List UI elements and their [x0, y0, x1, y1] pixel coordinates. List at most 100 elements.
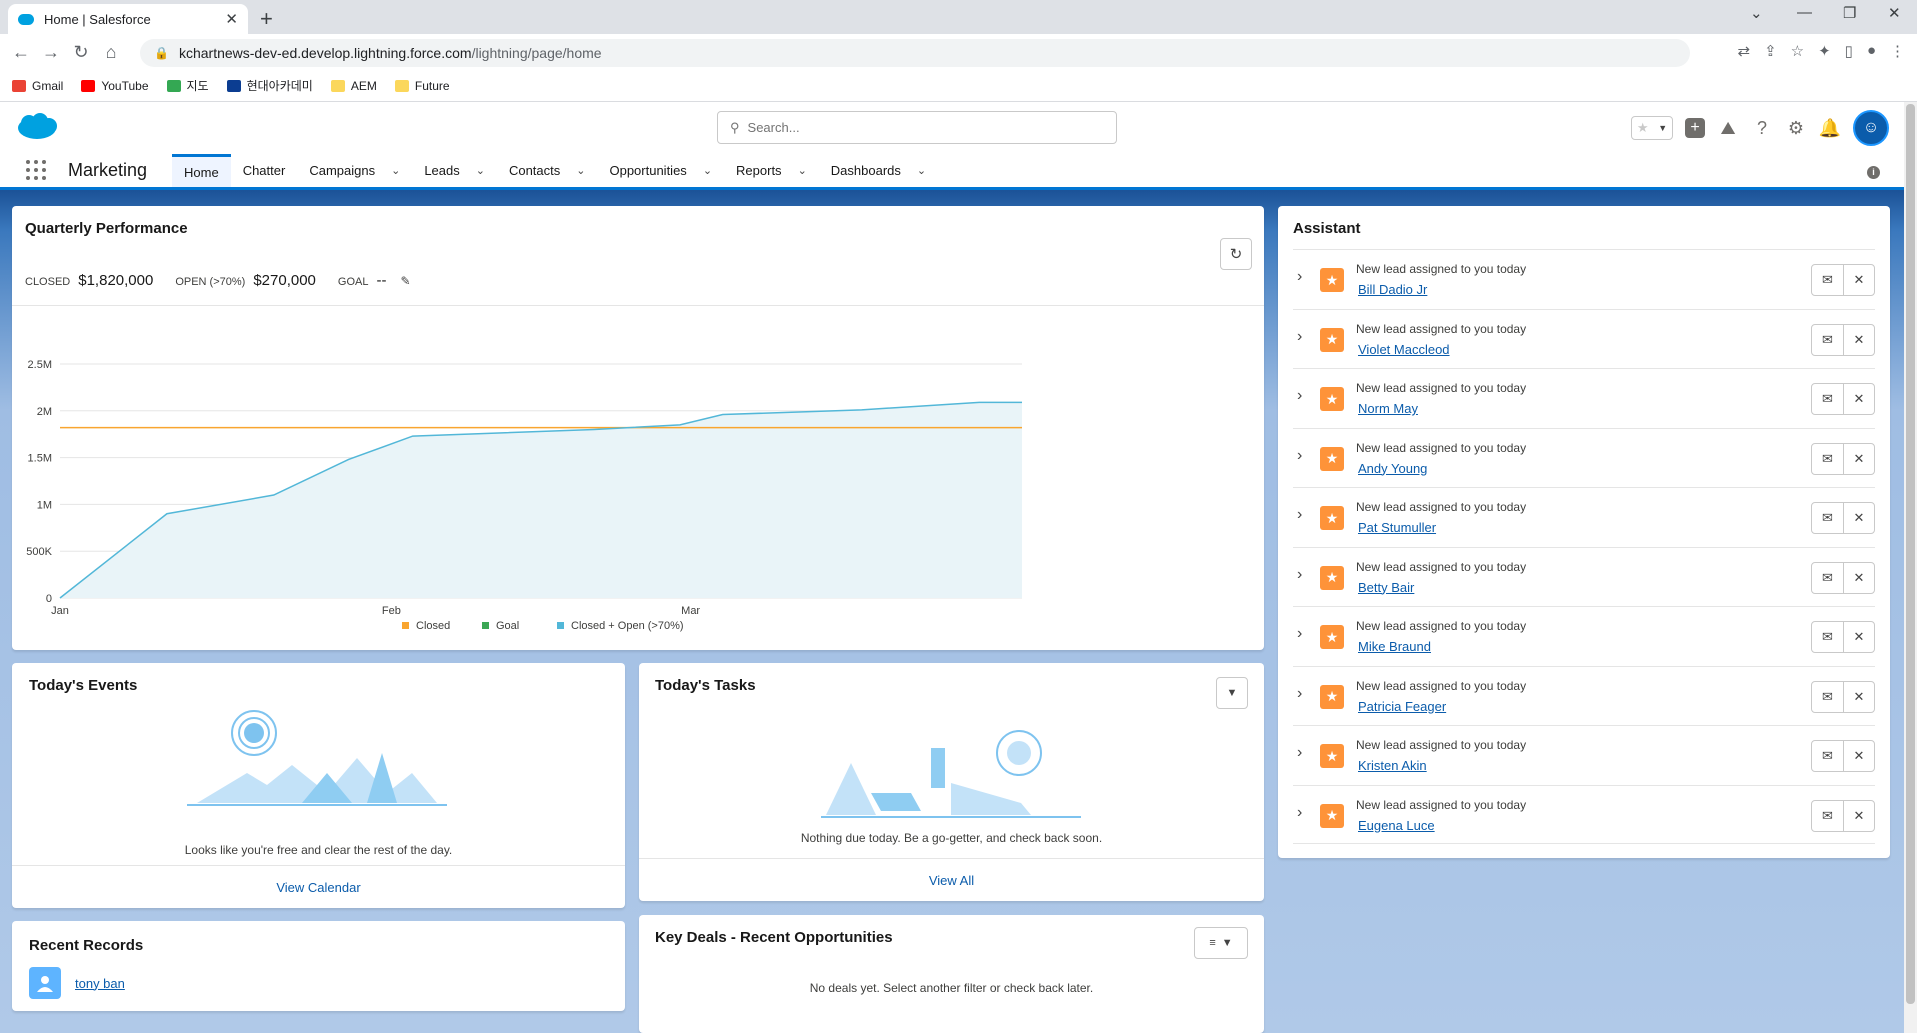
expand-chevron-icon[interactable]: › — [1297, 566, 1302, 584]
translate-icon[interactable]: ⇄ — [1737, 42, 1750, 60]
extensions-icon[interactable]: ✦ — [1818, 42, 1831, 60]
email-icon[interactable]: ✉ — [1812, 741, 1843, 771]
dismiss-icon[interactable]: ✕ — [1843, 741, 1874, 771]
edit-goal-pencil-icon[interactable]: ✎ — [400, 274, 410, 288]
email-icon[interactable]: ✉ — [1812, 444, 1843, 474]
expand-chevron-icon[interactable]: › — [1297, 685, 1302, 703]
nav-item-contacts[interactable]: Contacts ⌄ — [497, 154, 598, 187]
profile-icon[interactable]: ● — [1867, 42, 1876, 60]
lead-link[interactable]: Andy Young — [1358, 461, 1427, 476]
notifications-bell-icon[interactable]: 🔔 — [1819, 117, 1841, 139]
user-avatar[interactable]: ☺ — [1853, 110, 1889, 146]
restore-icon[interactable]: ❐ — [1843, 4, 1856, 22]
back-icon[interactable]: ← — [6, 42, 36, 63]
chevron-down-icon[interactable]: ⌄ — [576, 164, 585, 177]
expand-chevron-icon[interactable]: › — [1297, 625, 1302, 643]
reload-icon[interactable]: ↻ — [66, 42, 96, 63]
email-icon[interactable]: ✉ — [1812, 325, 1843, 355]
expand-chevron-icon[interactable]: › — [1297, 387, 1302, 405]
deals-filter-button[interactable]: ≡ ▼ — [1194, 927, 1248, 959]
dismiss-icon[interactable]: ✕ — [1843, 443, 1874, 474]
chevron-down-icon[interactable]: ⌄ — [476, 164, 485, 177]
nav-item-opportunities[interactable]: Opportunities ⌄ — [597, 154, 724, 187]
email-icon[interactable]: ✉ — [1812, 622, 1843, 652]
tab-search-icon[interactable]: ⌄ — [1750, 4, 1763, 22]
expand-chevron-icon[interactable]: › — [1297, 744, 1302, 762]
nav-item-leads[interactable]: Leads ⌄ — [412, 154, 497, 187]
minimize-icon[interactable]: — — [1797, 4, 1812, 21]
nav-item-home[interactable]: Home — [172, 154, 231, 187]
setup-gear-icon[interactable]: ⚙ — [1785, 117, 1807, 139]
lead-link[interactable]: Eugena Luce — [1358, 818, 1435, 833]
expand-chevron-icon[interactable]: › — [1297, 506, 1302, 524]
lead-link[interactable]: Mike Braund — [1358, 639, 1431, 654]
bookmark-item[interactable]: Gmail — [12, 79, 63, 93]
favorites-button[interactable]: ★ ▼ — [1631, 116, 1673, 140]
email-icon[interactable]: ✉ — [1812, 384, 1843, 414]
bookmark-item[interactable]: YouTube — [81, 79, 149, 93]
contact-icon — [29, 967, 61, 999]
dismiss-icon[interactable]: ✕ — [1843, 800, 1874, 831]
page-scrollbar[interactable] — [1904, 102, 1917, 1033]
dismiss-icon[interactable]: ✕ — [1843, 562, 1874, 593]
address-bar[interactable]: 🔒 kchartnews-dev-ed.develop.lightning.fo… — [140, 39, 1690, 67]
dismiss-icon[interactable]: ✕ — [1843, 384, 1874, 414]
global-actions-icon[interactable]: + — [1685, 118, 1705, 138]
chevron-down-icon[interactable]: ⌄ — [798, 164, 807, 177]
expand-chevron-icon[interactable]: › — [1297, 804, 1302, 822]
lead-link[interactable]: Kristen Akin — [1358, 758, 1427, 773]
share-icon[interactable]: ⇪ — [1764, 42, 1777, 60]
chevron-down-icon[interactable]: ⌄ — [391, 164, 400, 177]
view-calendar-link[interactable]: View Calendar — [12, 865, 625, 908]
browser-tab[interactable]: Home | Salesforce ✕ — [8, 4, 248, 34]
lead-link[interactable]: Patricia Feager — [1358, 699, 1446, 714]
refresh-button[interactable]: ↻ — [1220, 238, 1252, 270]
recent-record-link[interactable]: tony ban — [75, 976, 125, 991]
new-tab-icon[interactable]: + — [260, 6, 273, 32]
recent-record-row[interactable]: tony ban — [29, 967, 125, 999]
trailhead-icon[interactable]: ⛰ — [1717, 117, 1739, 139]
lead-link[interactable]: Norm May — [1358, 401, 1418, 416]
email-icon[interactable]: ✉ — [1812, 801, 1843, 831]
home-icon[interactable]: ⌂ — [96, 42, 126, 63]
nav-item-campaigns[interactable]: Campaigns ⌄ — [297, 154, 412, 187]
nav-item-dashboards[interactable]: Dashboards ⌄ — [819, 154, 938, 187]
close-tab-icon[interactable]: ✕ — [225, 10, 238, 28]
global-search-input[interactable]: ⚲ Search... — [717, 111, 1117, 144]
expand-chevron-icon[interactable]: › — [1297, 328, 1302, 346]
view-all-link[interactable]: View All — [639, 858, 1264, 901]
lead-link[interactable]: Pat Stumuller — [1358, 520, 1436, 535]
lead-link[interactable]: Betty Bair — [1358, 580, 1414, 595]
bookmark-item[interactable]: 현대아카데미 — [226, 77, 313, 94]
tasks-dropdown-button[interactable]: ▼ — [1216, 677, 1248, 709]
nav-item-reports[interactable]: Reports ⌄ — [724, 154, 819, 187]
email-icon[interactable]: ✉ — [1812, 503, 1843, 533]
salesforce-logo-icon[interactable] — [16, 112, 58, 142]
dismiss-icon[interactable]: ✕ — [1843, 503, 1874, 533]
menu-icon[interactable]: ⋮ — [1890, 42, 1905, 60]
close-window-icon[interactable]: ✕ — [1888, 4, 1901, 22]
lead-link[interactable]: Violet Maccleod — [1358, 342, 1450, 357]
bookmark-item[interactable]: AEM — [330, 79, 377, 93]
app-launcher-icon[interactable] — [26, 160, 46, 180]
chevron-down-icon[interactable]: ⌄ — [703, 164, 712, 177]
dismiss-icon[interactable]: ✕ — [1843, 265, 1874, 295]
expand-chevron-icon[interactable]: › — [1297, 447, 1302, 465]
dismiss-icon[interactable]: ✕ — [1843, 622, 1874, 652]
nav-item-chatter[interactable]: Chatter — [231, 154, 298, 187]
bookmark-star-icon[interactable]: ☆ — [1791, 42, 1804, 60]
forward-icon[interactable]: → — [36, 42, 66, 63]
expand-chevron-icon[interactable]: › — [1297, 268, 1302, 286]
email-icon[interactable]: ✉ — [1812, 265, 1843, 295]
help-icon[interactable]: ? — [1751, 117, 1773, 139]
dismiss-icon[interactable]: ✕ — [1843, 324, 1874, 355]
bookmark-item[interactable]: Future — [394, 79, 450, 93]
bookmark-item[interactable]: 지도 — [166, 77, 209, 94]
dismiss-icon[interactable]: ✕ — [1843, 681, 1874, 712]
info-icon[interactable]: i — [1867, 166, 1880, 179]
lead-link[interactable]: Bill Dadio Jr — [1358, 282, 1427, 297]
sidepanel-icon[interactable]: ▯ — [1845, 42, 1853, 60]
email-icon[interactable]: ✉ — [1812, 563, 1843, 593]
chevron-down-icon[interactable]: ⌄ — [917, 164, 926, 177]
email-icon[interactable]: ✉ — [1812, 682, 1843, 712]
